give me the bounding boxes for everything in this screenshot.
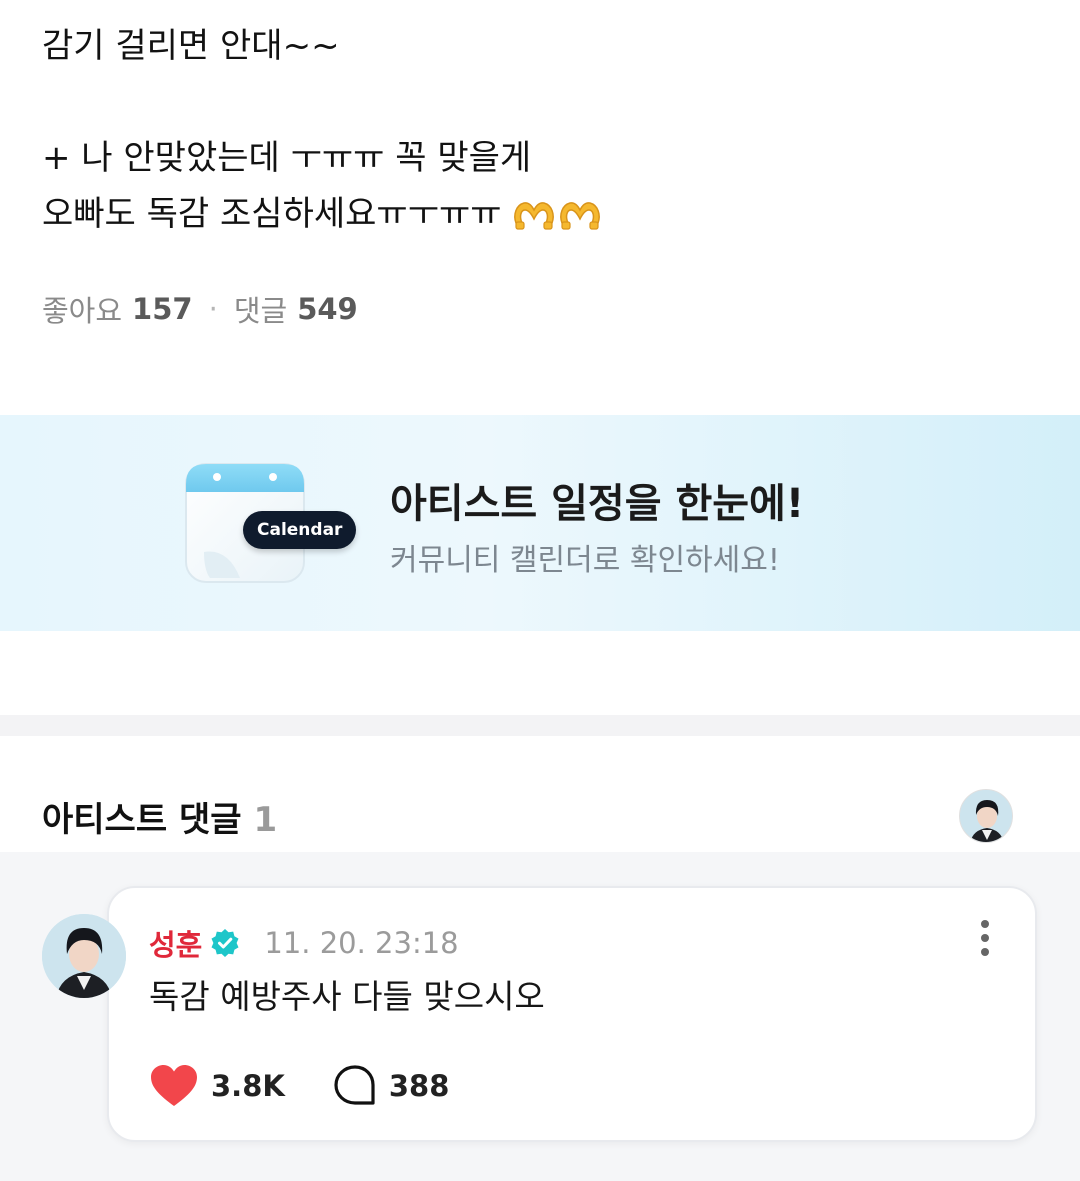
post-body: 감기 걸리면 안대~~ + 나 안맞았는데 ㅜㅠㅠ 꼭 맞을게 오빠도 독감 조… xyxy=(42,18,1042,242)
comment-header: 성훈 11. 20. 23:18 xyxy=(149,922,459,964)
post-line-4-text: 오빠도 독감 조심하세요ㅠㅜㅠㅠ xyxy=(42,194,502,234)
reply-count: 388 xyxy=(388,1069,450,1103)
verified-badge-icon xyxy=(211,929,239,957)
comment-time: 11. 20. 23:18 xyxy=(264,926,459,960)
post-line-2 xyxy=(42,74,1042,130)
artist-comments-title: 아티스트 댓글 xyxy=(42,800,242,840)
heart-hands-emoji-icon xyxy=(512,197,602,231)
comments-count[interactable]: 549 xyxy=(297,292,358,326)
stats-separator: · xyxy=(208,292,218,326)
heart-icon xyxy=(151,1065,197,1106)
calendar-badge: Calendar xyxy=(243,511,357,549)
calendar-banner[interactable]: Calendar 아티스트 일정을 한눈에! 커뮤니티 캘린더로 확인하세요! xyxy=(0,415,1080,631)
artist-avatar-small[interactable] xyxy=(959,789,1013,843)
section-divider xyxy=(0,715,1080,736)
comment-text: 독감 예방주사 다들 맞으시오 xyxy=(149,977,545,1016)
post-line-1: 감기 걸리면 안대~~ xyxy=(42,26,340,66)
speech-bubble-icon xyxy=(334,1065,375,1105)
comment-actions: 3.8K 388 xyxy=(149,1064,449,1108)
likes-count[interactable]: 157 xyxy=(132,292,193,326)
post-stats: 좋아요 157 · 댓글 549 xyxy=(42,288,358,330)
artist-comments-header: 아티스트 댓글 1 xyxy=(42,792,277,841)
likes-label[interactable]: 좋아요 xyxy=(42,288,122,330)
banner-subtitle: 커뮤니티 캘린더로 확인하세요! xyxy=(390,543,780,578)
banner-title: 아티스트 일정을 한눈에! xyxy=(390,481,805,527)
like-count: 3.8K xyxy=(211,1069,285,1103)
comment-author-avatar[interactable] xyxy=(42,914,126,998)
more-options-icon[interactable] xyxy=(979,920,991,956)
post-line-3: + 나 안맞았는데 ㅜㅠㅠ 꼭 맞을게 xyxy=(42,138,532,178)
comment-author[interactable]: 성훈 xyxy=(149,922,202,964)
post-line-4: 오빠도 독감 조심하세요ㅠㅜㅠㅠ xyxy=(42,186,1042,242)
artist-comments-count: 1 xyxy=(253,800,278,840)
reply-button[interactable]: 388 xyxy=(333,1064,450,1108)
like-button[interactable]: 3.8K xyxy=(149,1064,285,1108)
comment-card[interactable]: 성훈 11. 20. 23:18 독감 예방주사 다들 맞으시오 3.8K 38… xyxy=(107,886,1037,1142)
comments-label[interactable]: 댓글 xyxy=(234,288,287,330)
